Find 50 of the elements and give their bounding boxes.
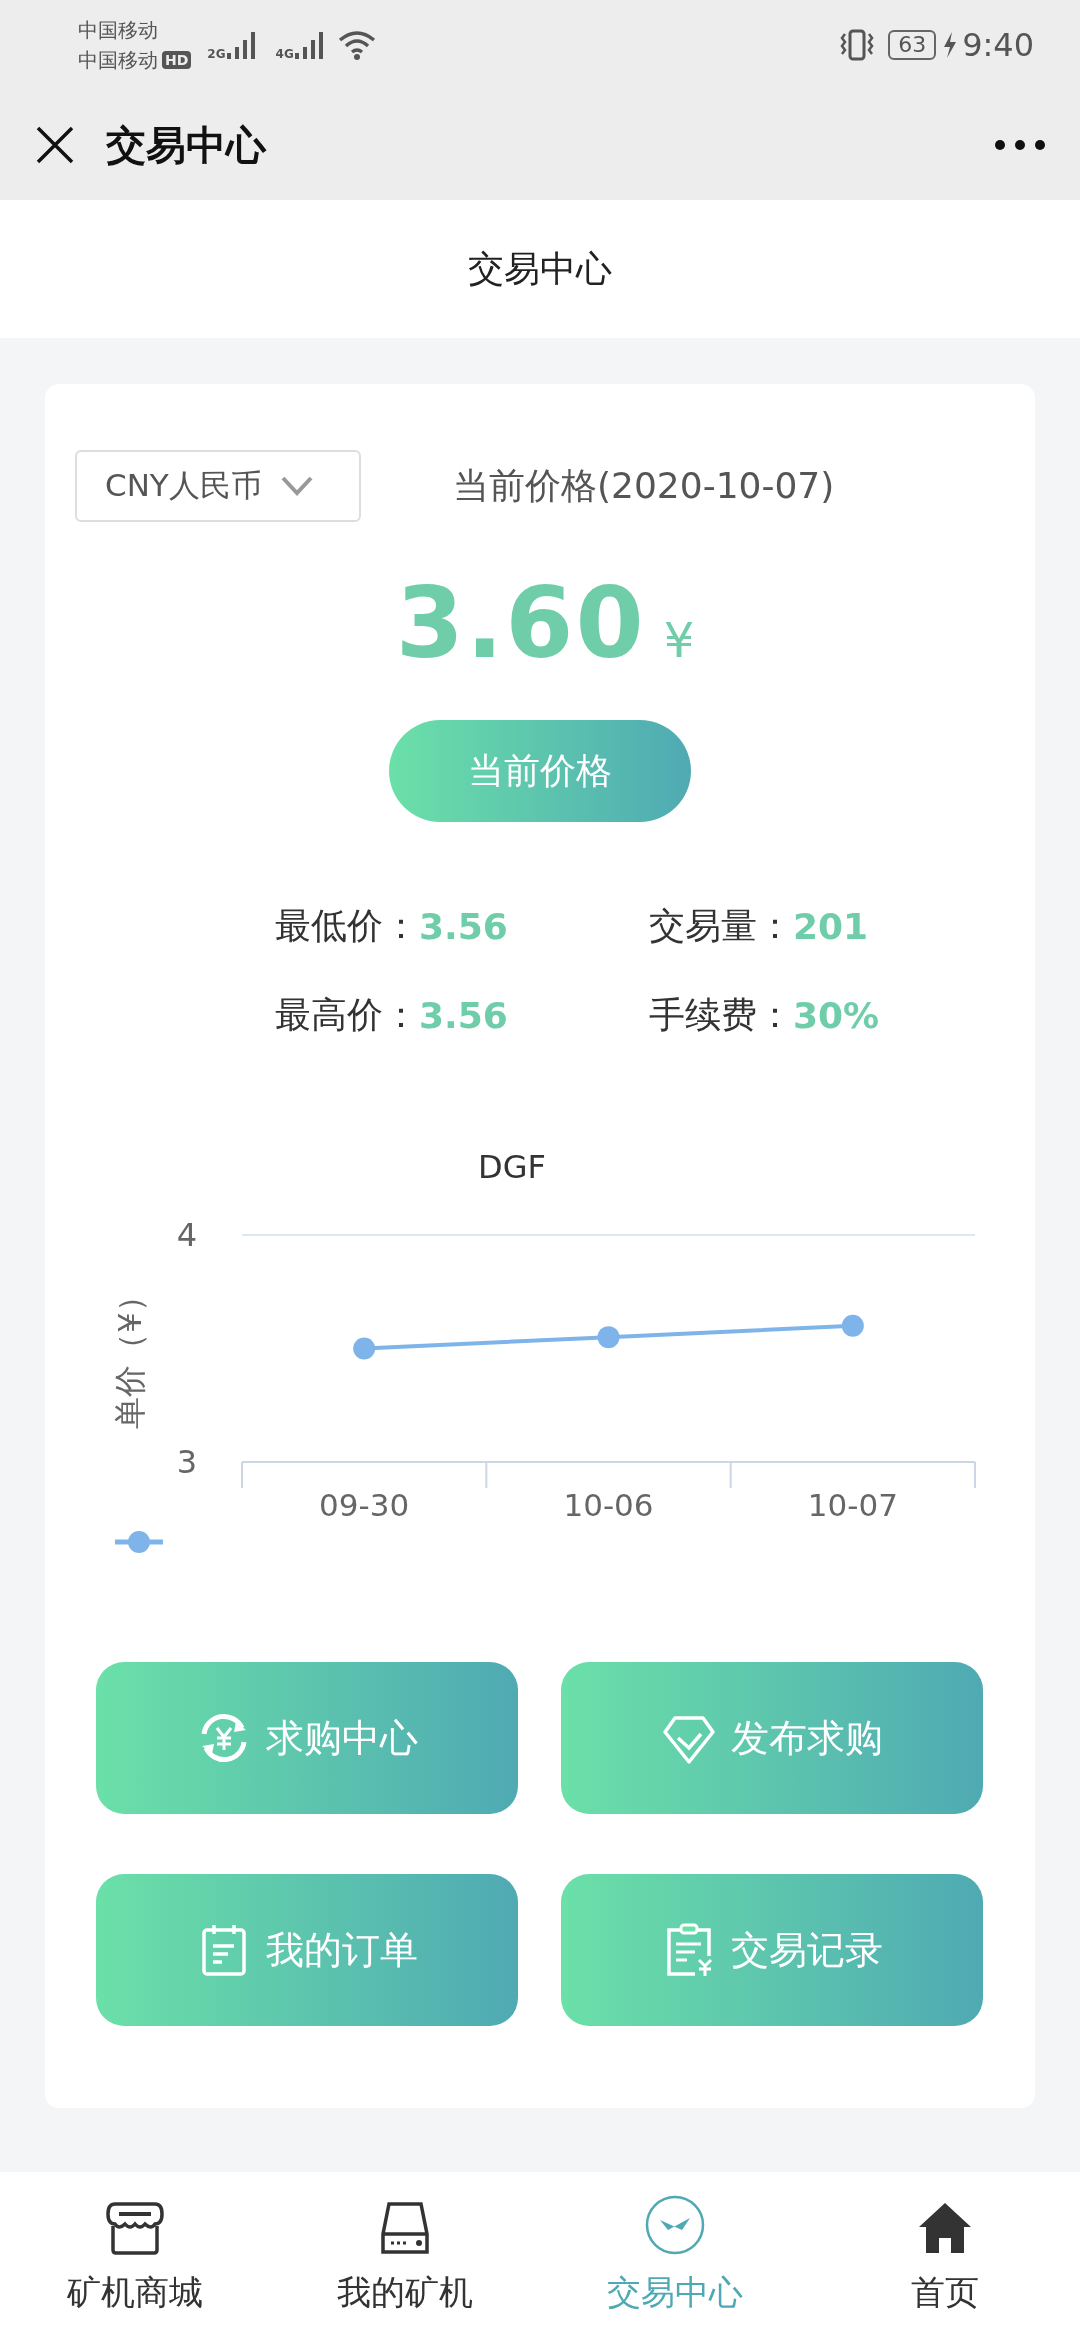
currency-unit: ¥ <box>663 612 695 668</box>
data-point <box>841 1314 864 1337</box>
action-button[interactable]: 发布求购 <box>561 1662 983 1814</box>
home-icon <box>917 2200 973 2256</box>
more-icon[interactable] <box>994 139 1046 151</box>
tab[interactable]: 我的矿机 <box>270 2194 540 2340</box>
price-value: 3.60 <box>395 566 646 680</box>
clock-time: 9:40 <box>962 26 1034 64</box>
action-button[interactable]: 我的订单 <box>96 1874 518 2026</box>
action-button[interactable]: 交易记录 <box>561 1874 983 2026</box>
action-button[interactable]: 求购中心 <box>96 1662 518 1814</box>
page-title: 交易中心 <box>468 246 612 291</box>
x-tick-label: 09-30 <box>319 1487 410 1523</box>
trade-icon <box>644 2194 706 2256</box>
data-point <box>353 1337 376 1360</box>
wifi-icon <box>337 30 376 60</box>
network-type: 4G <box>275 47 294 61</box>
currency-select[interactable]: CNY人民币 <box>75 450 361 522</box>
stat-label: 手续费： <box>649 993 793 1037</box>
x-tick-label: 10-07 <box>807 1487 898 1523</box>
stat-value: 201 <box>793 906 869 947</box>
price-date: 当前价格(2020-10-07) <box>453 463 835 508</box>
y-tick-label: 3 <box>176 1443 198 1481</box>
close-icon[interactable] <box>34 124 76 166</box>
chart-title: DGF <box>478 1148 546 1186</box>
tab[interactable]: 矿机商城 <box>0 2194 270 2340</box>
charging-icon <box>942 31 959 59</box>
vibrate-icon <box>840 28 875 62</box>
y-tick-label: 4 <box>176 1216 198 1254</box>
stat-label: 交易量： <box>649 904 793 948</box>
stat-value: 3.56 <box>419 995 508 1036</box>
legend-marker-icon <box>115 1531 163 1553</box>
shop-icon <box>105 2200 165 2256</box>
stat-label: 最低价： <box>275 904 419 948</box>
chevron-down-icon <box>279 475 314 497</box>
tab[interactable]: 交易中心 <box>540 2194 810 2340</box>
stat-value: 3.56 <box>419 906 508 947</box>
battery-level: 63 <box>888 30 937 60</box>
stat-value: 30% <box>793 995 880 1036</box>
carrier-name: 中国移动 <box>78 17 158 44</box>
data-point <box>597 1326 620 1349</box>
network-type: 2G <box>207 47 226 61</box>
carrier-name: 中国移动 <box>78 47 158 74</box>
hd-badge: HD <box>162 51 192 69</box>
y-axis-label: 单价（¥） <box>111 1280 149 1429</box>
current-price-button[interactable]: 当前价格 <box>389 720 691 822</box>
stat-label: 最高价： <box>275 993 419 1037</box>
x-tick-label: 10-06 <box>563 1487 654 1523</box>
window-title: 交易中心 <box>106 120 268 170</box>
tab[interactable]: 首页 <box>810 2194 1080 2340</box>
